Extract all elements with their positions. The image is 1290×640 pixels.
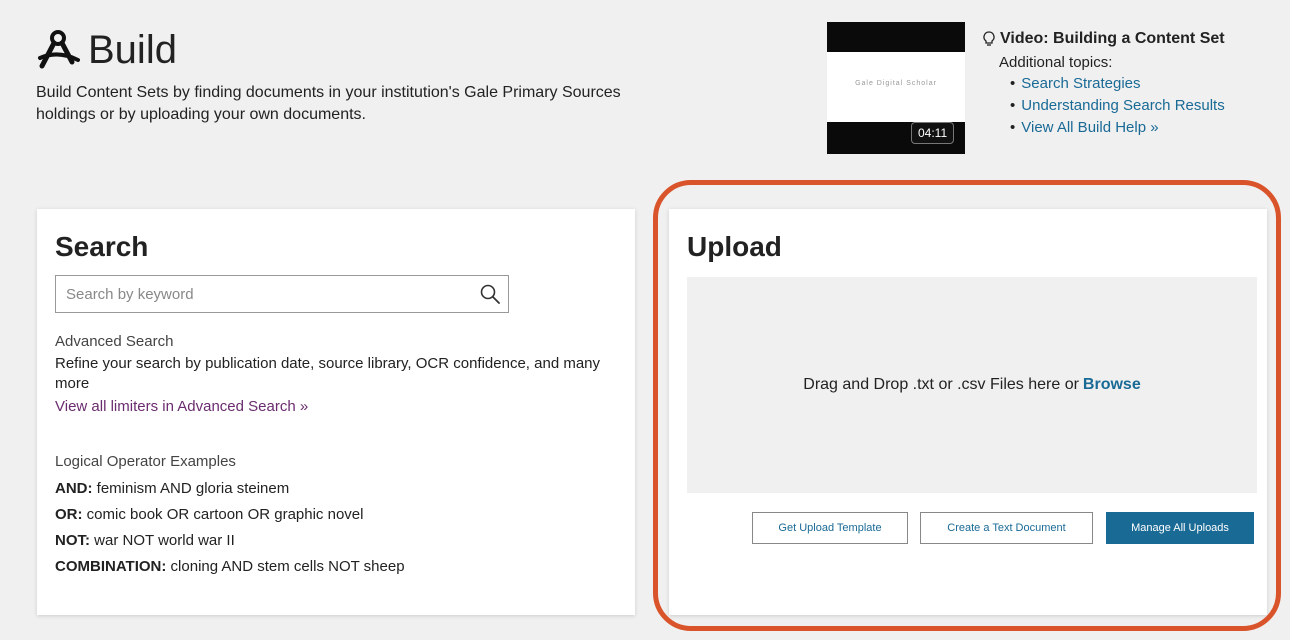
additional-topics-label: Additional topics: bbox=[999, 54, 1113, 71]
operator-label: OR: bbox=[55, 506, 83, 523]
operator-example: cloning AND stem cells NOT sheep bbox=[170, 558, 405, 575]
video-title-row[interactable]: Video: Building a Content Set bbox=[983, 30, 1283, 48]
logic-example-not: NOT: war NOT world war II bbox=[55, 528, 615, 554]
logical-operators-section: Logical Operator Examples AND: feminism … bbox=[55, 453, 615, 580]
help-link-search-strategies[interactable]: Search Strategies bbox=[1010, 73, 1283, 95]
video-thumbnail[interactable]: Gale Digital Scholar 04:11 bbox=[827, 22, 965, 154]
advanced-search-description: Refine your search by publication date, … bbox=[55, 355, 601, 392]
upload-card-title: Upload bbox=[687, 231, 782, 262]
search-icon[interactable] bbox=[480, 284, 500, 304]
help-links-list: Search Strategies Understanding Search R… bbox=[1010, 73, 1283, 139]
search-card-title: Search bbox=[55, 231, 149, 262]
help-link-understanding-results[interactable]: Understanding Search Results bbox=[1010, 95, 1283, 117]
search-input[interactable] bbox=[56, 276, 476, 312]
help-link-view-all[interactable]: View All Build Help » bbox=[1010, 117, 1283, 139]
video-thumbnail-text: Gale Digital Scholar bbox=[855, 80, 937, 87]
operator-label: COMBINATION: bbox=[55, 558, 167, 575]
operator-example: comic book OR cartoon OR graphic novel bbox=[86, 506, 364, 523]
video-letterbox-top bbox=[827, 22, 965, 52]
logical-operators-heading: Logical Operator Examples bbox=[55, 453, 236, 470]
video-title-link[interactable]: Video: Building a Content Set bbox=[1000, 30, 1225, 48]
operator-label: AND: bbox=[55, 480, 93, 497]
logic-example-combination: COMBINATION: cloning AND stem cells NOT … bbox=[55, 554, 615, 580]
page-description: Build Content Sets by finding documents … bbox=[36, 84, 621, 123]
create-text-document-button[interactable]: Create a Text Document bbox=[920, 512, 1093, 544]
upload-dropzone[interactable]: Drag and Drop .txt or .csv Files here or… bbox=[687, 277, 1257, 493]
operator-label: NOT: bbox=[55, 532, 90, 549]
lightbulb-icon bbox=[983, 31, 995, 47]
manage-all-uploads-button[interactable]: Manage All Uploads bbox=[1106, 512, 1254, 544]
upload-card: Upload Drag and Drop .txt or .csv Files … bbox=[669, 209, 1267, 615]
page-title: Build bbox=[88, 28, 177, 72]
page-header: Build Build Content Sets by finding docu… bbox=[36, 30, 676, 126]
logic-example-or: OR: comic book OR cartoon OR graphic nov… bbox=[55, 502, 615, 528]
operator-example: feminism AND gloria steinem bbox=[96, 480, 290, 497]
help-block: Video: Building a Content Set Additional… bbox=[983, 30, 1283, 139]
search-card: Search Advanced Search Refine your searc… bbox=[37, 209, 635, 615]
browse-link[interactable]: Browse bbox=[1083, 376, 1141, 394]
build-tools-icon bbox=[36, 30, 80, 70]
logic-example-and: AND: feminism AND gloria steinem bbox=[55, 476, 615, 502]
search-box bbox=[55, 275, 509, 313]
operator-example: war NOT world war II bbox=[94, 532, 235, 549]
advanced-search-heading: Advanced Search bbox=[55, 333, 174, 350]
advanced-search-link[interactable]: View all limiters in Advanced Search » bbox=[55, 398, 615, 415]
video-duration-badge: 04:11 bbox=[911, 122, 955, 144]
title-row: Build bbox=[36, 30, 676, 70]
get-upload-template-button[interactable]: Get Upload Template bbox=[752, 512, 908, 544]
dropzone-text: Drag and Drop .txt or .csv Files here or bbox=[803, 376, 1079, 393]
advanced-search-section: Advanced Search Refine your search by pu… bbox=[55, 333, 615, 415]
